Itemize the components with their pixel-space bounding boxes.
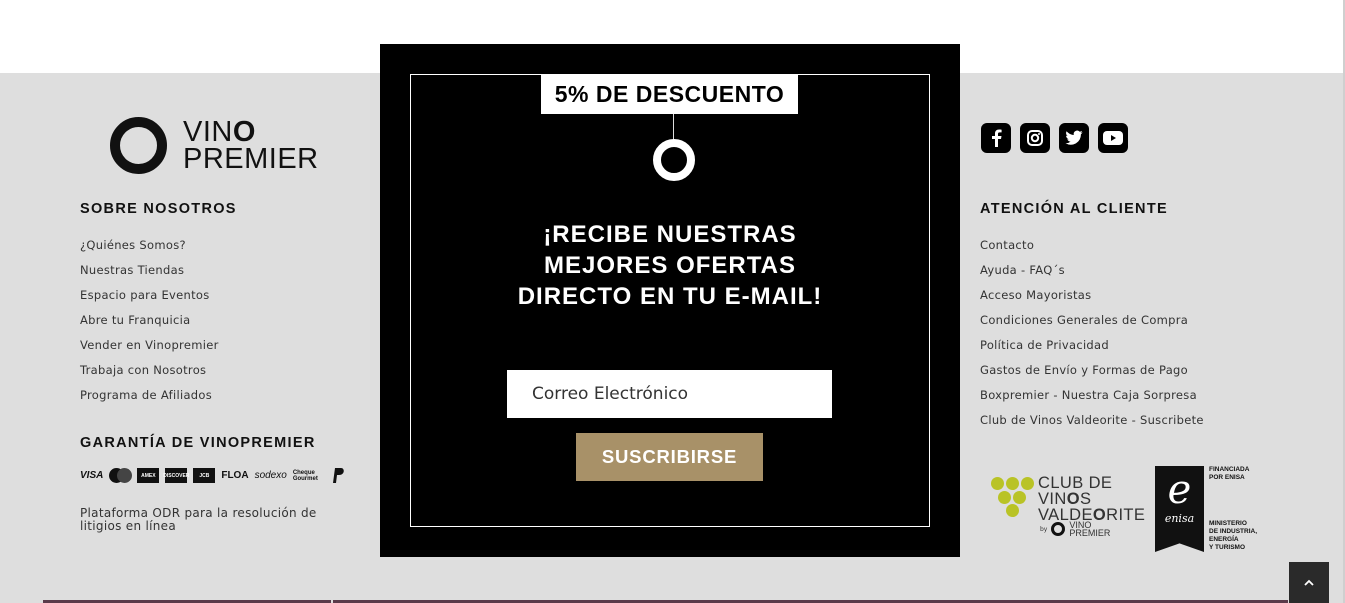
back-to-top-button[interactable]: [1289, 562, 1329, 603]
club-name: CLUB DE VINOS VALDEORITE: [1038, 474, 1146, 524]
facebook-icon[interactable]: [981, 123, 1011, 153]
customer-service-link[interactable]: Acceso Mayoristas: [980, 283, 1204, 308]
enisa-ministry-text: MINISTERIO DE INDUSTRIA, ENERGÍA Y TURIS…: [1209, 520, 1258, 551]
grape-icon: [1021, 477, 1034, 490]
vinopremier-logo[interactable]: VINO PREMIER: [110, 117, 319, 174]
grape-icon: [998, 491, 1011, 504]
customer-service-link[interactable]: Gastos de Envío y Formas de Pago: [980, 358, 1204, 383]
grape-icon: [1006, 477, 1019, 490]
instagram-icon[interactable]: [1020, 123, 1050, 153]
grape-icon: [1006, 504, 1019, 517]
tag-ring-icon: [653, 139, 695, 181]
about-link[interactable]: Vender en Vinopremier: [80, 333, 219, 358]
about-link[interactable]: Abre tu Franquicia: [80, 308, 219, 333]
mastercard-logo-icon: [109, 467, 133, 484]
visa-logo-icon: VISA: [80, 470, 104, 481]
paypal-logo-icon: [331, 467, 345, 484]
about-link[interactable]: Nuestras Tiendas: [80, 258, 219, 283]
payment-methods: VISA AMEX DISCOVER JCB FLOA sodexo Chequ…: [80, 467, 345, 484]
enisa-badge-icon: e enisa: [1155, 466, 1204, 552]
twitter-icon[interactable]: [1059, 123, 1089, 153]
youtube-icon[interactable]: [1098, 123, 1128, 153]
cheque-gourmet-logo-icon: Cheque Gourmet: [292, 469, 318, 482]
chevron-up-icon: [1304, 579, 1314, 586]
customer-service-links: Contacto Ayuda - FAQ´s Acceso Mayoristas…: [980, 233, 1204, 433]
jcb-logo-icon: JCB: [193, 468, 216, 483]
customer-service-link[interactable]: Contacto: [980, 233, 1204, 258]
email-field[interactable]: [507, 370, 832, 418]
about-link[interactable]: Trabaja con Nosotros: [80, 358, 219, 383]
tag-string: [673, 114, 674, 142]
customer-service-link[interactable]: Boxpremier - Nuestra Caja Sorpresa: [980, 383, 1204, 408]
subscribe-button[interactable]: SUSCRIBIRSE: [576, 433, 763, 481]
sodexo-logo-icon: sodexo: [254, 470, 287, 481]
about-link[interactable]: Programa de Afiliados: [80, 383, 219, 408]
about-title: SOBRE NOSOTROS: [80, 201, 237, 217]
discount-tag: 5% DE DESCUENTO: [541, 75, 798, 114]
popup-headline: ¡RECIBE NUESTRAS MEJORES OFERTAS DIRECTO…: [517, 221, 823, 310]
about-links: ¿Quiénes Somos? Nuestras Tiendas Espacio…: [80, 233, 219, 408]
club-valdeorite-logo[interactable]: CLUB DE VINOS VALDEORITE by VINO PREMIER: [990, 474, 1160, 544]
grape-icon: [991, 477, 1004, 490]
customer-service-link[interactable]: Política de Privacidad: [980, 333, 1204, 358]
customer-service-title: ATENCIÓN AL CLIENTE: [980, 201, 1168, 217]
about-link[interactable]: Espacio para Eventos: [80, 283, 219, 308]
grape-icon: [1013, 491, 1026, 504]
discover-logo-icon: DISCOVER: [163, 468, 189, 483]
customer-service-link[interactable]: Condiciones Generales de Compra: [980, 308, 1204, 333]
customer-service-link[interactable]: Ayuda - FAQ´s: [980, 258, 1204, 283]
guarantee-title: GARANTÍA DE VINOPREMIER: [80, 435, 316, 451]
social-links: [981, 123, 1128, 153]
enisa-funded-text: FINANCIADA POR ENISA: [1209, 466, 1250, 481]
logo-ring-icon: [110, 117, 167, 174]
club-by-vinopremier: by VINO PREMIER: [1040, 520, 1111, 538]
floa-logo-icon: FLOA: [221, 470, 249, 481]
about-link[interactable]: ¿Quiénes Somos?: [80, 233, 219, 258]
customer-service-link[interactable]: Club de Vinos Valdeorite - Suscribete: [980, 408, 1204, 433]
amex-logo-icon: AMEX: [137, 468, 160, 483]
odr-link[interactable]: Plataforma ODR para la resolución de lit…: [80, 507, 340, 533]
enisa-logo: e enisa FINANCIADA POR ENISA MINISTERIO …: [1155, 466, 1275, 556]
mini-logo-ring-icon: [1051, 522, 1066, 536]
logo-text: VINO PREMIER: [183, 115, 319, 175]
